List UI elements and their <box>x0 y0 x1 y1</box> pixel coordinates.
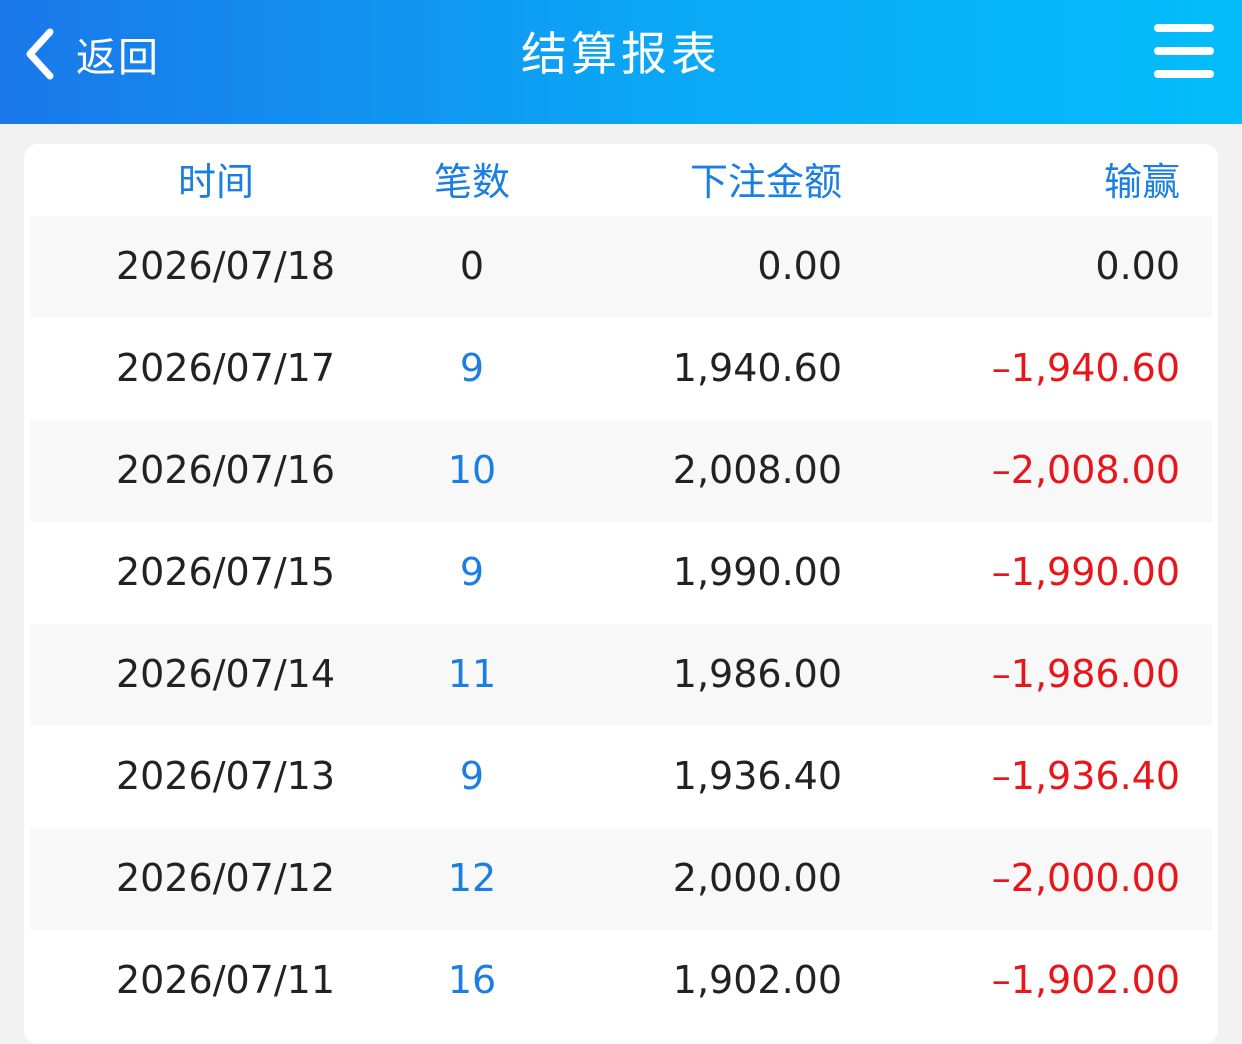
row-count[interactable]: 9 <box>422 552 522 592</box>
row-count[interactable]: 10 <box>422 450 522 490</box>
row-date: 2026/07/16 <box>116 448 336 492</box>
row-win-loss: –2,000.00 <box>991 856 1180 900</box>
row-bet-amount: 1,990.00 <box>672 550 842 594</box>
row-bet-amount: 1,940.60 <box>672 346 842 390</box>
row-date: 2026/07/13 <box>116 754 336 798</box>
settlement-report-table: 时间 笔数 下注金额 输赢 2026/07/18 0 0.00 0.00 202… <box>24 144 1218 1044</box>
row-date: 2026/07/11 <box>116 958 336 1002</box>
row-count[interactable]: 11 <box>422 654 522 694</box>
row-count[interactable]: 16 <box>422 960 522 1000</box>
row-bet-amount: 1,986.00 <box>672 652 842 696</box>
row-bet-amount: 1,936.40 <box>672 754 842 798</box>
row-date: 2026/07/15 <box>116 550 336 594</box>
column-header-win-loss: 输赢 <box>1103 160 1180 204</box>
table-row[interactable]: 2026/07/15 9 1,990.00 –1,990.00 <box>30 522 1212 624</box>
row-bet-amount: 0.00 <box>757 244 842 288</box>
row-win-loss: –2,008.00 <box>991 448 1180 492</box>
row-date: 2026/07/14 <box>116 652 336 696</box>
row-win-loss: –1,990.00 <box>991 550 1180 594</box>
table-row[interactable]: 2026/07/13 9 1,936.40 –1,936.40 <box>30 726 1212 828</box>
top-nav-bar: 返回 结算报表 <box>0 0 1242 124</box>
row-win-loss: 0.00 <box>1095 244 1180 288</box>
row-count[interactable]: 9 <box>422 756 522 796</box>
column-header-count: 笔数 <box>433 160 510 204</box>
hamburger-menu-icon <box>1154 24 1214 32</box>
menu-button[interactable] <box>1154 22 1214 82</box>
row-count[interactable]: 9 <box>422 348 522 388</box>
row-date: 2026/07/12 <box>116 856 336 900</box>
row-win-loss: –1,936.40 <box>991 754 1180 798</box>
row-date: 2026/07/18 <box>116 244 336 288</box>
row-count: 0 <box>459 244 485 288</box>
table-row[interactable]: 2026/07/14 11 1,986.00 –1,986.00 <box>30 624 1212 726</box>
column-header-bet-amount: 下注金额 <box>689 160 842 204</box>
row-bet-amount: 2,008.00 <box>672 448 842 492</box>
row-bet-amount: 1,902.00 <box>672 958 842 1002</box>
table-row[interactable]: 2026/07/11 16 1,902.00 –1,902.00 <box>30 930 1212 1032</box>
row-date: 2026/07/17 <box>116 346 336 390</box>
row-win-loss: –1,940.60 <box>991 346 1180 390</box>
row-bet-amount: 2,000.00 <box>672 856 842 900</box>
table-header: 时间 笔数 下注金额 输赢 <box>24 144 1218 216</box>
table-row[interactable]: 2026/07/18 0 0.00 0.00 <box>30 216 1212 318</box>
table-row[interactable]: 2026/07/12 12 2,000.00 –2,000.00 <box>30 828 1212 930</box>
row-win-loss: –1,986.00 <box>991 652 1180 696</box>
row-count[interactable]: 12 <box>422 858 522 898</box>
table-row[interactable]: 2026/07/16 10 2,008.00 –2,008.00 <box>30 420 1212 522</box>
row-win-loss: –1,902.00 <box>991 958 1180 1002</box>
table-row[interactable]: 2026/07/17 9 1,940.60 –1,940.60 <box>30 318 1212 420</box>
column-header-time: 时间 <box>177 160 254 204</box>
page-title: 结算报表 <box>521 27 721 81</box>
